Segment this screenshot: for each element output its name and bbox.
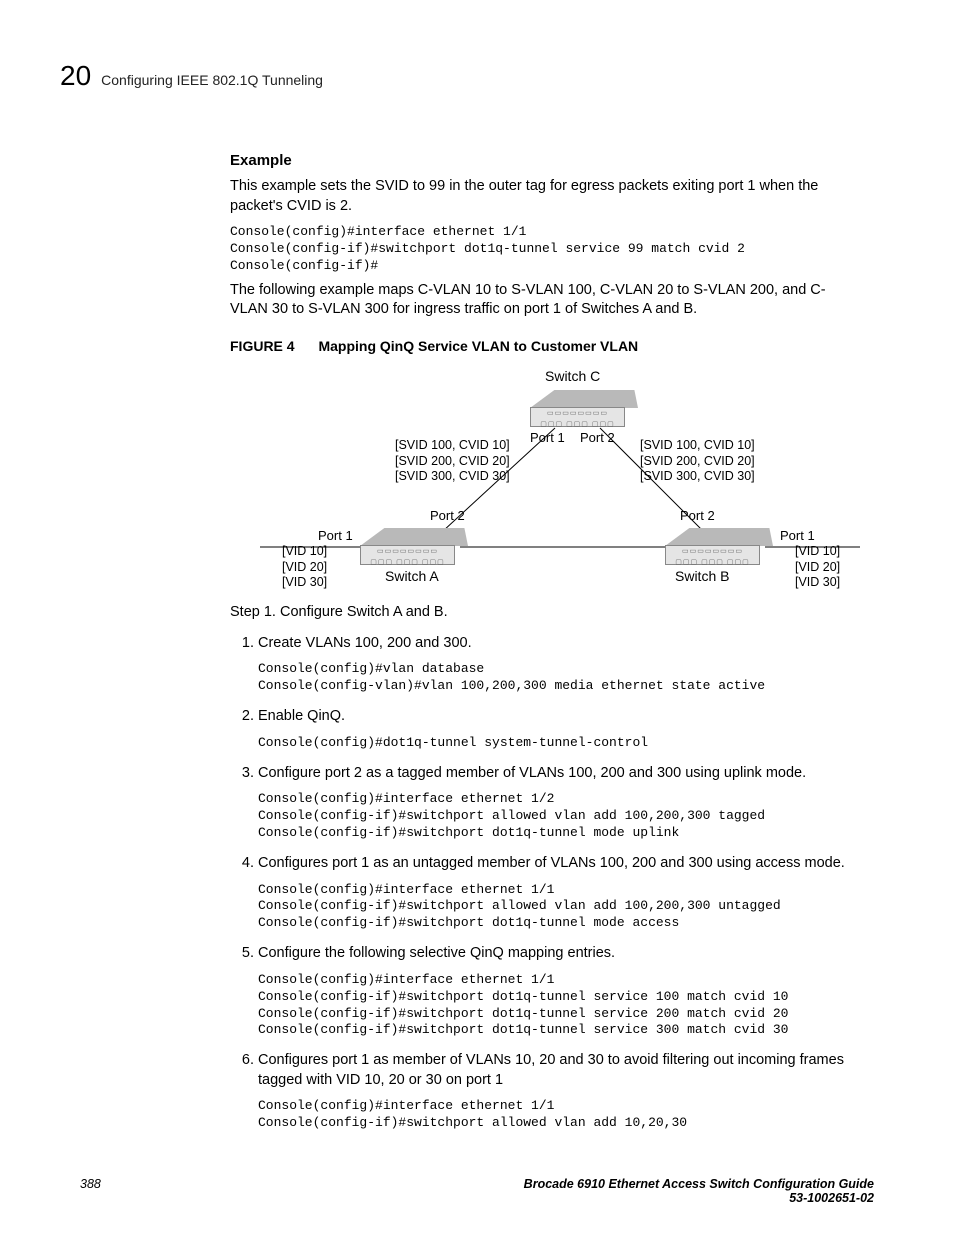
chapter-number: 20 — [60, 60, 91, 92]
step-4: Configures port 1 as an untagged member … — [258, 854, 854, 932]
step-4-text: Configures port 1 as an untagged member … — [258, 854, 854, 874]
left-s-tag-3: [SVID 300, CVID 30] — [395, 469, 510, 483]
left-svid-tags: [SVID 100, CVID 10] [SVID 200, CVID 20] … — [395, 438, 510, 485]
page-header: 20 Configuring IEEE 802.1Q Tunneling — [60, 60, 874, 92]
left-v-tag-2: [VID 20] — [282, 560, 327, 574]
step-1: Create VLANs 100, 200 and 300. Console(c… — [258, 634, 854, 695]
figure-caption-text: Mapping QinQ Service VLAN to Customer VL… — [318, 338, 638, 354]
switch-c-icon: ▭▭▭▭▭▭▭▭▢▢▢ ▢▢▢ ▢▢▢ — [530, 390, 638, 428]
right-v-tag-2: [VID 20] — [795, 560, 840, 574]
switch-a-port1-label: Port 1 — [318, 528, 353, 543]
left-s-tag-2: [SVID 200, CVID 20] — [395, 454, 510, 468]
switch-c-port2-label: Port 2 — [580, 430, 615, 445]
switch-b-port1-label: Port 1 — [780, 528, 815, 543]
step-3: Configure port 2 as a tagged member of V… — [258, 764, 854, 842]
figure-label-word: FIGURE 4 — [230, 338, 295, 354]
figure-caption: FIGURE 4 Mapping QinQ Service VLAN to Cu… — [230, 338, 854, 354]
step-2-code: Console(config)#dot1q-tunnel system-tunn… — [258, 735, 854, 752]
step-5: Configure the following selective QinQ m… — [258, 944, 854, 1039]
step-6-code: Console(config)#interface ethernet 1/1 C… — [258, 1098, 854, 1132]
step-1-code: Console(config)#vlan database Console(co… — [258, 661, 854, 695]
switch-b-label: Switch B — [675, 568, 729, 584]
example-code: Console(config)#interface ethernet 1/1 C… — [230, 224, 854, 275]
left-vid-tags: [VID 10] [VID 20] [VID 30] — [282, 544, 327, 591]
step-2-text: Enable QinQ. — [258, 707, 854, 727]
step-5-text: Configure the following selective QinQ m… — [258, 944, 854, 964]
example-intro: This example sets the SVID to 99 in the … — [230, 177, 854, 216]
step-4-code: Console(config)#interface ethernet 1/1 C… — [258, 882, 854, 933]
step-6: Configures port 1 as member of VLANs 10,… — [258, 1051, 854, 1132]
step-intro: Step 1. Configure Switch A and B. — [230, 604, 854, 620]
switch-a-label: Switch A — [385, 568, 439, 584]
doc-id: 53-1002651-02 — [524, 1191, 874, 1205]
switch-a-icon: ▭▭▭▭▭▭▭▭▢▢▢ ▢▢▢ ▢▢▢ — [360, 528, 468, 566]
step-3-text: Configure port 2 as a tagged member of V… — [258, 764, 854, 784]
book-title: Brocade 6910 Ethernet Access Switch Conf… — [524, 1177, 874, 1191]
step-3-code: Console(config)#interface ethernet 1/2 C… — [258, 791, 854, 842]
page-footer: 388 Brocade 6910 Ethernet Access Switch … — [80, 1177, 874, 1205]
steps-list: Create VLANs 100, 200 and 300. Console(c… — [230, 634, 854, 1132]
right-v-tag-1: [VID 10] — [795, 544, 840, 558]
right-s-tag-3: [SVID 300, CVID 30] — [640, 469, 755, 483]
step-5-code: Console(config)#interface ethernet 1/1 C… — [258, 972, 854, 1040]
step-2: Enable QinQ. Console(config)#dot1q-tunne… — [258, 707, 854, 751]
right-svid-tags: [SVID 100, CVID 10] [SVID 200, CVID 20] … — [640, 438, 755, 485]
left-v-tag-1: [VID 10] — [282, 544, 327, 558]
switch-a-port2-label: Port 2 — [430, 508, 465, 523]
right-vid-tags: [VID 10] [VID 20] [VID 30] — [795, 544, 840, 591]
example-followup: The following example maps C-VLAN 10 to … — [230, 281, 854, 320]
switch-b-port2-label: Port 2 — [680, 508, 715, 523]
page-number: 388 — [80, 1177, 101, 1205]
switch-c-port1-label: Port 1 — [530, 430, 565, 445]
right-s-tag-1: [SVID 100, CVID 10] — [640, 438, 755, 452]
switch-b-icon: ▭▭▭▭▭▭▭▭▢▢▢ ▢▢▢ ▢▢▢ — [665, 528, 773, 566]
switch-c-label: Switch C — [545, 368, 600, 384]
right-v-tag-3: [VID 30] — [795, 575, 840, 589]
qinq-mapping-diagram: ▭▭▭▭▭▭▭▭▢▢▢ ▢▢▢ ▢▢▢ Switch C Port 1 Port… — [260, 368, 860, 588]
step-6-text: Configures port 1 as member of VLANs 10,… — [258, 1051, 854, 1090]
example-heading: Example — [230, 152, 854, 169]
chapter-title: Configuring IEEE 802.1Q Tunneling — [101, 72, 323, 88]
left-v-tag-3: [VID 30] — [282, 575, 327, 589]
step-1-text: Create VLANs 100, 200 and 300. — [258, 634, 854, 654]
right-s-tag-2: [SVID 200, CVID 20] — [640, 454, 755, 468]
left-s-tag-1: [SVID 100, CVID 10] — [395, 438, 510, 452]
